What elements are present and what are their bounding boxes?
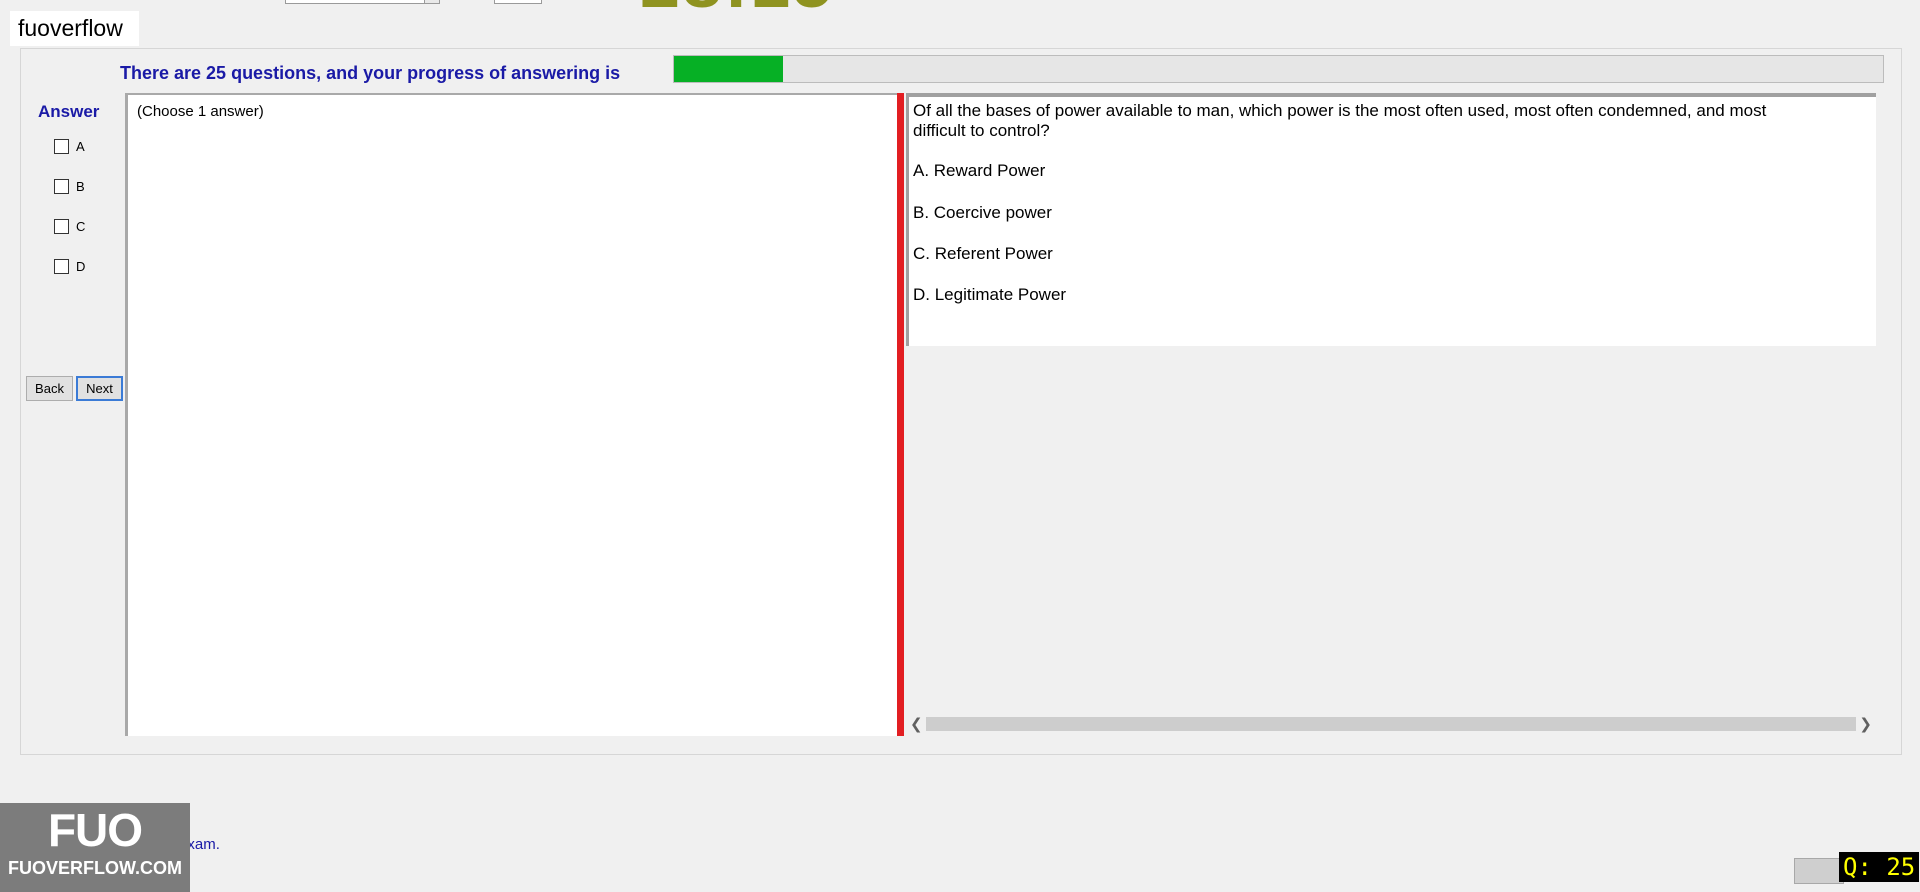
checkbox[interactable] [54,219,69,234]
answer-option-b[interactable]: B [54,179,85,194]
timer: 28:15 [640,0,834,24]
question-option-b: B. Coercive power [913,203,1052,222]
question-text: Of all the bases of power available to m… [913,101,1767,140]
app-label: fuoverflow [10,11,139,46]
question-option-c: C. Referent Power [913,244,1053,263]
back-button[interactable]: Back [26,376,73,401]
answer-option-c[interactable]: C [54,219,85,234]
answer-title: Answer [38,102,100,121]
progress-bar [673,55,1884,83]
question-pane: Of all the bases of power available to m… [904,93,1878,736]
scroll-left-icon[interactable]: ❮ [910,715,923,733]
scrollbar-thumb[interactable] [926,717,1856,731]
top-combo-box[interactable] [285,0,440,4]
question-option-a: A. Reward Power [913,161,1046,180]
watermark-logo: FUO FUOVERFLOW.COM [0,803,190,892]
checkbox[interactable] [54,139,69,154]
question-box: Of all the bases of power available to m… [906,93,1876,346]
status-block [1794,858,1844,884]
answer-pane[interactable]: (Choose 1 answer) [125,93,898,736]
horizontal-scrollbar[interactable]: ❮ ❯ [904,714,1880,734]
answer-option-label: D [76,259,86,274]
watermark-logo-mark: FUO [47,804,143,856]
progress-fill [674,56,783,82]
checkbox[interactable] [54,179,69,194]
answer-option-label: B [76,179,85,194]
exam-window: 28:15 fuoverflow There are 25 questions,… [0,0,1920,892]
answer-option-a[interactable]: A [54,139,85,154]
answer-hint: (Choose 1 answer) [137,103,264,120]
combo-arrow-icon[interactable] [424,0,439,3]
top-spin-box[interactable] [494,0,542,4]
answer-option-d[interactable]: D [54,259,85,274]
pane-splitter[interactable] [897,93,904,736]
next-button[interactable]: Next [76,376,123,401]
question-option-d: D. Legitimate Power [913,285,1067,304]
answer-option-label: A [76,139,85,154]
question-counter: Q: 25 [1839,852,1920,882]
scroll-right-icon[interactable]: ❯ [1859,715,1872,733]
watermark-site: FUOVERFLOW.COM [8,858,182,878]
answer-option-label: C [76,219,86,234]
progress-text: There are 25 questions, and your progres… [120,63,621,83]
checkbox[interactable] [54,259,69,274]
